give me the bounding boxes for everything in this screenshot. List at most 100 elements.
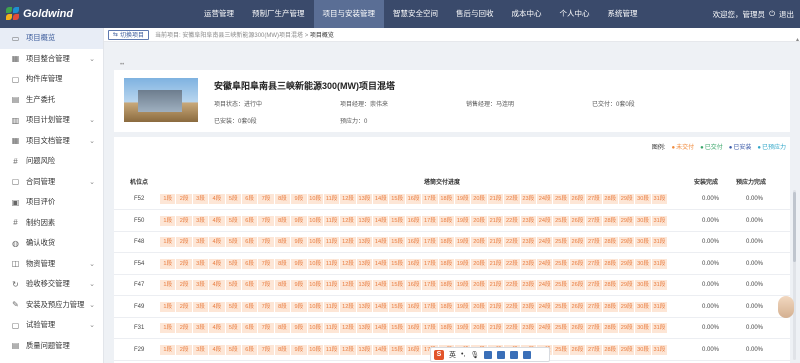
sidebar-item-9[interactable]: # 制约因素: [0, 213, 103, 234]
segment-cell[interactable]: 26段: [569, 301, 586, 312]
segment-cell[interactable]: 11段: [323, 194, 340, 204]
segment-cell[interactable]: 22段: [504, 258, 520, 269]
segment-cell[interactable]: 28段: [602, 215, 618, 226]
segment-cell[interactable]: 28段: [602, 280, 618, 290]
segment-cell[interactable]: 20段: [471, 323, 487, 333]
ime-punct-icon[interactable]: •,: [461, 351, 465, 358]
segment-cell[interactable]: 18段: [438, 194, 455, 204]
segment-cell[interactable]: 25段: [553, 344, 569, 355]
segment-cell[interactable]: 10段: [307, 323, 323, 333]
segment-cell[interactable]: 13段: [356, 258, 373, 269]
segment-cell[interactable]: 1段: [160, 258, 176, 269]
sidebar-item-8[interactable]: ▣ 项目评价: [0, 192, 103, 213]
segment-cell[interactable]: 7段: [258, 301, 274, 312]
nav-item-2[interactable]: 项目与安装管理: [313, 0, 384, 28]
segment-cell[interactable]: 19段: [455, 280, 471, 290]
sidebar-item-2[interactable]: ▢ 构件库管理: [0, 69, 103, 90]
segment-cell[interactable]: 8段: [274, 323, 291, 333]
segment-cell[interactable]: 6段: [241, 301, 258, 312]
skin-icon[interactable]: [497, 350, 506, 359]
segment-cell[interactable]: 21段: [487, 237, 504, 247]
segment-cell[interactable]: 20段: [471, 237, 487, 247]
segment-cell[interactable]: 1段: [160, 323, 176, 333]
sidebar-item-4[interactable]: ▥ 项目计划管理 ⌄: [0, 110, 103, 131]
segment-cell[interactable]: 14段: [373, 344, 389, 355]
segment-cell[interactable]: 23段: [520, 258, 536, 269]
segment-cell[interactable]: 28段: [602, 323, 618, 333]
segment-cell[interactable]: 29段: [618, 280, 635, 290]
segment-cell[interactable]: 9段: [291, 194, 307, 204]
segment-cell[interactable]: 3段: [192, 258, 209, 269]
segment-cell[interactable]: 27段: [586, 301, 602, 312]
segment-cell[interactable]: 25段: [553, 323, 569, 333]
segment-cell[interactable]: 25段: [553, 237, 569, 247]
segment-cell[interactable]: 13段: [356, 280, 373, 290]
segment-cell[interactable]: 21段: [487, 301, 504, 312]
segment-cell[interactable]: 8段: [274, 215, 291, 226]
chevron-down-icon[interactable]: ⌄: [89, 55, 95, 63]
segment-cell[interactable]: 15段: [389, 344, 405, 355]
segment-cell[interactable]: 4段: [209, 301, 225, 312]
segment-cell[interactable]: 31段: [651, 215, 668, 226]
segment-cell[interactable]: 9段: [291, 237, 307, 247]
segment-cell[interactable]: 18段: [438, 258, 455, 269]
segment-cell[interactable]: 7段: [258, 258, 274, 269]
segment-cell[interactable]: 9段: [291, 258, 307, 269]
microphone-icon[interactable]: 🎙: [470, 351, 479, 359]
segment-cell[interactable]: 31段: [651, 237, 668, 247]
segment-cell[interactable]: 1段: [160, 237, 176, 247]
segment-cell[interactable]: 2段: [176, 323, 192, 333]
segment-cell[interactable]: 19段: [455, 258, 471, 269]
segment-cell[interactable]: 28段: [602, 344, 618, 355]
segment-cell[interactable]: 4段: [209, 323, 225, 333]
segment-cell[interactable]: 3段: [192, 344, 209, 355]
segment-cell[interactable]: 31段: [651, 280, 668, 290]
segment-cell[interactable]: 8段: [274, 301, 291, 312]
segment-cell[interactable]: 10段: [307, 301, 323, 312]
goldwind-logo[interactable]: Goldwind: [0, 0, 110, 28]
segment-cell[interactable]: 31段: [651, 258, 668, 269]
segment-cell[interactable]: 9段: [291, 344, 307, 355]
segment-cell[interactable]: 9段: [291, 301, 307, 312]
segment-cell[interactable]: 3段: [192, 215, 209, 226]
segment-cell[interactable]: 9段: [291, 215, 307, 226]
segment-cell[interactable]: 5段: [225, 215, 241, 226]
segment-cell[interactable]: 31段: [651, 344, 668, 355]
segment-cell[interactable]: 22段: [504, 301, 520, 312]
segment-cell[interactable]: 24段: [536, 301, 553, 312]
grid-menu-icon[interactable]: [523, 350, 532, 359]
segment-cell[interactable]: 30段: [635, 344, 651, 355]
segment-cell[interactable]: 1段: [160, 280, 176, 290]
segment-cell[interactable]: 30段: [635, 301, 651, 312]
segment-cell[interactable]: 22段: [504, 280, 520, 290]
segment-cell[interactable]: 1段: [160, 194, 176, 204]
segment-cell[interactable]: 13段: [356, 237, 373, 247]
segment-cell[interactable]: 24段: [536, 194, 553, 204]
segment-cell[interactable]: 16段: [405, 344, 422, 355]
segment-cell[interactable]: 30段: [635, 215, 651, 226]
sidebar-item-6[interactable]: # 问题风险: [0, 151, 103, 172]
assistant-avatar[interactable]: [778, 296, 794, 318]
segment-cell[interactable]: 26段: [569, 344, 586, 355]
nav-item-6[interactable]: 个人中心: [551, 0, 599, 28]
segment-cell[interactable]: 22段: [504, 237, 520, 247]
segment-cell[interactable]: 7段: [258, 237, 274, 247]
sidebar-item-13[interactable]: ✎ 安装及预应力管理 ⌄: [0, 295, 103, 316]
segment-cell[interactable]: 25段: [553, 301, 569, 312]
segment-cell[interactable]: 6段: [241, 194, 258, 204]
segment-cell[interactable]: 8段: [274, 237, 291, 247]
segment-cell[interactable]: 20段: [471, 215, 487, 226]
segment-cell[interactable]: 25段: [553, 280, 569, 290]
segment-cell[interactable]: 10段: [307, 194, 323, 204]
segment-cell[interactable]: 13段: [356, 344, 373, 355]
segment-cell[interactable]: 6段: [241, 215, 258, 226]
logout-link[interactable]: 退出: [779, 9, 794, 20]
segment-cell[interactable]: 9段: [291, 280, 307, 290]
segment-cell[interactable]: 20段: [471, 258, 487, 269]
segment-cell[interactable]: 3段: [192, 237, 209, 247]
segment-cell[interactable]: 19段: [455, 215, 471, 226]
segment-cell[interactable]: 5段: [225, 301, 241, 312]
segment-cell[interactable]: 12段: [340, 215, 356, 226]
segment-cell[interactable]: 22段: [504, 194, 520, 204]
segment-cell[interactable]: 12段: [340, 344, 356, 355]
